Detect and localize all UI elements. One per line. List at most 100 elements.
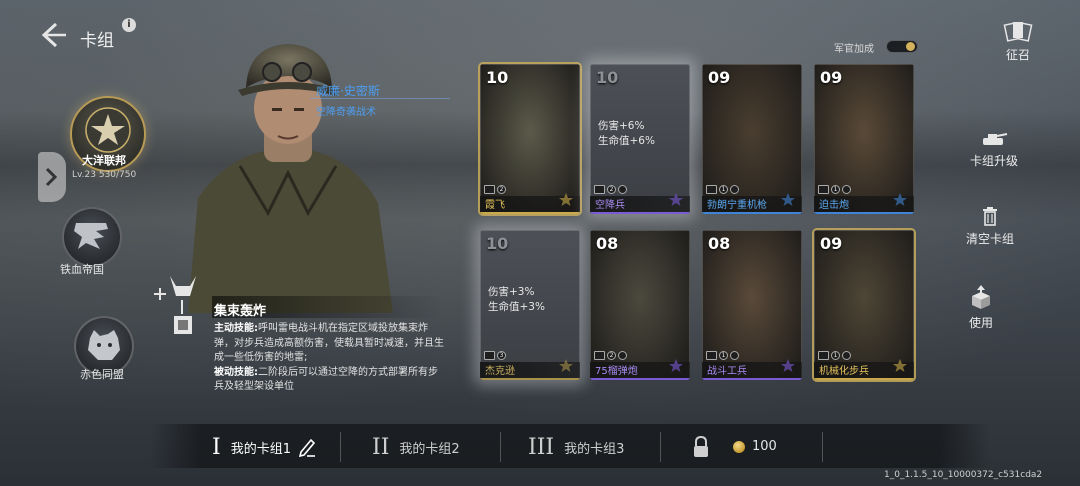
unit-card[interactable]: 10 伤害+3% 生命值+3% 3 杰克逊: [480, 230, 580, 380]
card-cost: 10: [486, 68, 509, 87]
rank-star-icon: [893, 359, 907, 372]
deck-tab-2-label: 我的卡组2: [399, 441, 460, 457]
clear-deck-label: 清空卡组: [965, 232, 1014, 246]
card-rarity-line: [702, 378, 802, 380]
faction-iron-empire[interactable]: [62, 207, 122, 267]
version-string: 1_0_1.1.5_10_10000372_c531cda2: [884, 470, 1043, 480]
mech-icon: [818, 351, 829, 360]
faction-1-name: 大洋联邦: [82, 154, 126, 167]
unit-card[interactable]: 09 1 勃朗宁重机枪: [702, 64, 802, 214]
para-icon: [594, 185, 605, 194]
card-level-badge: 2: [497, 185, 506, 194]
expand-panel-button[interactable]: [38, 152, 66, 202]
back-button[interactable]: [36, 20, 70, 50]
unit-card[interactable]: 08 1 战斗工兵: [702, 230, 802, 380]
card-tags: 2: [594, 351, 627, 360]
unit-card[interactable]: 10 伤害+6% 生命值+6% 2 空降兵: [590, 64, 690, 214]
unit-card[interactable]: 10 2 霞飞: [480, 64, 580, 214]
flag-icon: [730, 351, 739, 360]
rank-star-icon: [669, 193, 683, 206]
deck-tab-divider: [340, 432, 341, 462]
card-rarity-line: [814, 212, 914, 214]
card-tags: 2: [484, 185, 506, 194]
card-cost: 08: [708, 234, 731, 253]
deck-tab-1[interactable]: I 我的卡组1: [212, 430, 317, 464]
faction-2-name: 铁血帝国: [60, 263, 104, 276]
use-deck-button[interactable]: 使用: [941, 284, 1021, 331]
clear-deck-button[interactable]: 清空卡组: [950, 206, 1030, 247]
card-name: 霞飞: [485, 200, 505, 211]
use-deck-label: 使用: [968, 316, 993, 330]
unit-card[interactable]: 09 1 机械化步兵: [814, 230, 914, 380]
card-rarity-line: [702, 212, 802, 214]
deck-tab-2-numeral: II: [372, 434, 390, 460]
mortar-icon: [818, 185, 829, 194]
deck-tab-1-label: 我的卡组1: [230, 441, 291, 457]
card-cost: 10: [486, 234, 509, 253]
coin-amount: 100: [752, 439, 777, 454]
card-tags: 1: [706, 185, 739, 194]
deck-upgrade-button[interactable]: 卡组升级: [954, 130, 1034, 169]
card-cost: 08: [596, 234, 619, 253]
rank-star-icon: [559, 359, 573, 372]
card-level-badge: 1: [719, 185, 728, 194]
tank-icon: [484, 185, 495, 194]
card-rarity-line: [814, 378, 914, 380]
bombing-skill-icon: [150, 272, 210, 342]
info-icon[interactable]: i: [122, 18, 136, 32]
recruit-cards-icon: [1003, 22, 1033, 42]
card-rarity-line: [480, 212, 580, 214]
deck-tab-3-numeral: III: [528, 434, 555, 460]
flag-icon: [618, 351, 627, 360]
deck-tab-divider: [500, 432, 501, 462]
card-stat-line: 生命值+3%: [488, 301, 545, 313]
recruit-label: 征召: [1005, 48, 1030, 62]
card-level-badge: 1: [831, 185, 840, 194]
recruit-button[interactable]: 征召: [994, 20, 1042, 63]
card-level-badge: 2: [607, 185, 616, 194]
card-tags: 3: [484, 351, 506, 360]
commander-name: 威廉·史密斯: [316, 84, 380, 98]
trash-icon: [983, 207, 997, 226]
card-rarity-line: [590, 212, 690, 214]
card-level-badge: 1: [831, 351, 840, 360]
card-tags: 1: [818, 351, 851, 360]
use-box-icon: [972, 285, 990, 309]
chevron-right-icon: [45, 167, 58, 187]
card-name: 75榴弹炮: [595, 366, 638, 377]
card-level-badge: 3: [497, 351, 506, 360]
card-stat-line: 生命值+6%: [598, 135, 655, 147]
active-skill-label: 主动技能:: [214, 323, 258, 334]
rank-star-icon: [781, 193, 795, 206]
unit-card[interactable]: 08 2 75榴弹炮: [590, 230, 690, 380]
card-name: 空降兵: [595, 200, 625, 211]
deck-tab-3[interactable]: III 我的卡组3: [528, 430, 624, 464]
card-name: 迫击炮: [819, 200, 849, 211]
card-name: 机械化步兵: [819, 366, 869, 377]
lock-icon[interactable]: [692, 435, 710, 458]
deck-tab-1-numeral: I: [212, 434, 221, 460]
officer-bonus-toggle[interactable]: [886, 40, 918, 53]
eng-icon: [706, 351, 717, 360]
faction-3-name: 赤色同盟: [80, 368, 124, 381]
edit-pen-icon[interactable]: [297, 437, 317, 457]
deck-tab-2[interactable]: II 我的卡组2: [372, 430, 460, 464]
card-stat-bonus: 伤害+6% 生命值+6%: [598, 119, 655, 149]
coin-icon: [733, 441, 745, 453]
card-cost: 09: [708, 68, 731, 87]
tank-upgrade-icon: [983, 133, 1008, 145]
card-stat-line: 伤害+6%: [598, 120, 645, 132]
toggle-knob: [906, 42, 915, 51]
card-stat-bonus: 伤害+3% 生命值+3%: [488, 285, 545, 315]
card-tags: 1: [706, 351, 739, 360]
card-name: 杰克逊: [485, 366, 515, 377]
card-level-badge: 1: [719, 351, 728, 360]
flag-icon: [730, 185, 739, 194]
unit-card[interactable]: 09 1 迫击炮: [814, 64, 914, 214]
back-arrow-icon: [41, 22, 66, 48]
gun-icon: [594, 351, 605, 360]
rank-star-icon: [893, 193, 907, 206]
faction-level: Lv.23: [72, 170, 96, 180]
deck-upgrade-label: 卡组升级: [969, 154, 1018, 168]
commander-tactic: 空降奇袭战术: [316, 107, 376, 118]
